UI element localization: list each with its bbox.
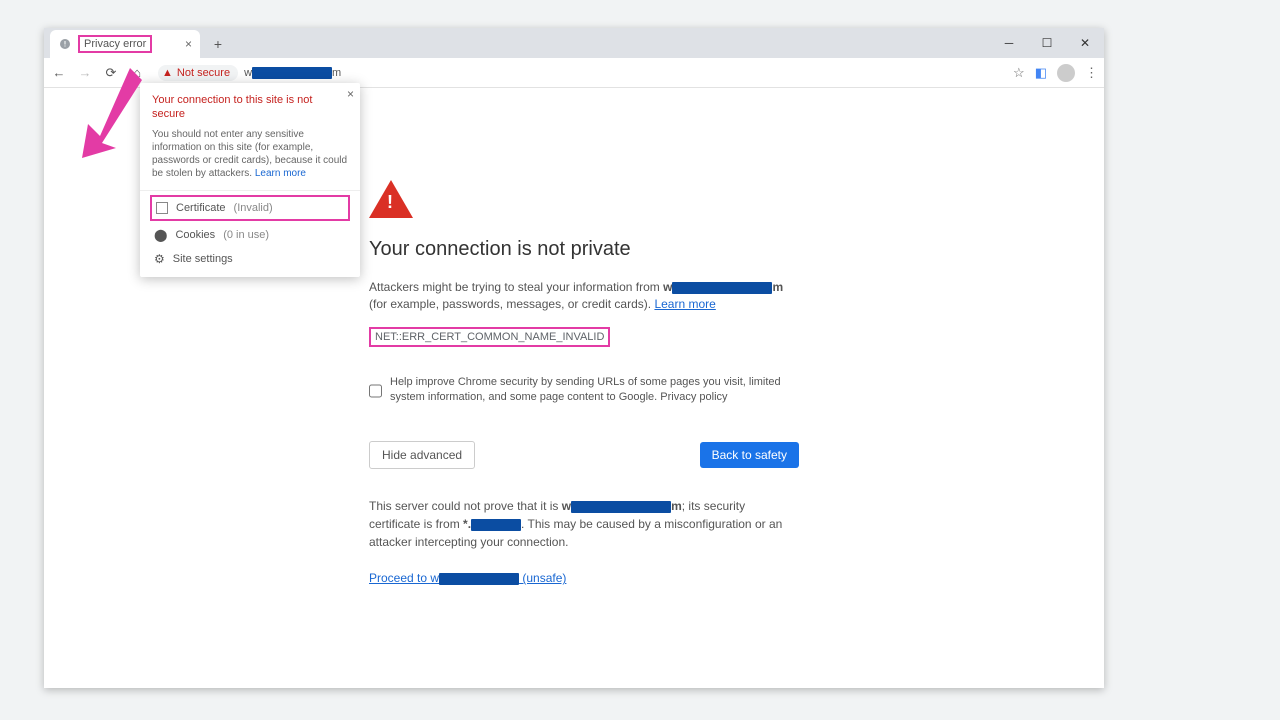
tab-title: Privacy error bbox=[78, 35, 152, 53]
reload-button[interactable]: ⟳ bbox=[102, 65, 120, 81]
forward-button[interactable]: → bbox=[76, 65, 94, 80]
site-info-popover: × Your connection to this site is not se… bbox=[140, 83, 360, 277]
hide-advanced-button[interactable]: Hide advanced bbox=[369, 441, 475, 469]
cookies-row[interactable]: ⬤ Cookies (0 in use) bbox=[152, 223, 348, 247]
redacted-domain bbox=[252, 67, 332, 79]
cookies-status: (0 in use) bbox=[223, 229, 269, 241]
back-to-safety-button[interactable]: Back to safety bbox=[700, 442, 799, 468]
popover-body: You should not enter any sensitive infor… bbox=[152, 128, 348, 180]
cookie-icon: ⬤ bbox=[154, 228, 167, 242]
site-settings-label: Site settings bbox=[173, 253, 233, 265]
browser-tab[interactable]: Privacy error × bbox=[50, 30, 200, 58]
button-row: Hide advanced Back to safety bbox=[369, 441, 799, 469]
popover-title: Your connection to this site is not secu… bbox=[152, 93, 348, 122]
opt-in-checkbox[interactable] bbox=[369, 377, 382, 406]
error-paragraph: Attackers might be trying to steal your … bbox=[369, 279, 799, 313]
popover-close-icon[interactable]: × bbox=[347, 87, 354, 101]
new-tab-button[interactable]: + bbox=[206, 32, 230, 56]
home-button[interactable]: ⌂ bbox=[128, 65, 146, 80]
tab-bar: Privacy error × + ─ ☐ ✕ bbox=[44, 28, 1104, 58]
certificate-status: (Invalid) bbox=[234, 202, 273, 214]
error-heading: Your connection is not private bbox=[369, 238, 1104, 261]
certificate-label: Certificate bbox=[176, 202, 226, 214]
redacted-cert-domain bbox=[471, 519, 521, 531]
cookies-label: Cookies bbox=[175, 229, 215, 241]
certificate-icon bbox=[156, 202, 168, 214]
certificate-row[interactable]: Certificate (Invalid) bbox=[150, 195, 350, 221]
opt-link-2[interactable]: Privacy policy bbox=[660, 391, 727, 403]
extension-icon[interactable]: ◧ bbox=[1035, 65, 1047, 81]
proceed-unsafe-link[interactable]: Proceed to w (unsafe) bbox=[369, 571, 566, 585]
large-warning-triangle-icon bbox=[369, 180, 413, 218]
security-chip[interactable]: ▲ Not secure bbox=[158, 65, 238, 81]
back-button[interactable]: ← bbox=[50, 65, 68, 80]
redacted-domain bbox=[672, 282, 772, 294]
address-bar[interactable]: ▲ Not secure wm bbox=[154, 62, 997, 84]
tab-close-icon[interactable]: × bbox=[185, 37, 192, 51]
proceed-link-row: Proceed to w (unsafe) bbox=[369, 571, 1104, 585]
window-maximize-button[interactable]: ☐ bbox=[1028, 28, 1066, 58]
security-chip-label: Not secure bbox=[177, 67, 230, 79]
menu-kebab-icon[interactable]: ⋮ bbox=[1085, 65, 1098, 81]
opt-in-row: Help improve Chrome security by sending … bbox=[369, 375, 789, 406]
opt-in-text: Help improve Chrome security by sending … bbox=[390, 375, 789, 406]
bookmark-star-icon[interactable]: ☆ bbox=[1013, 65, 1025, 81]
popover-learn-more-link[interactable]: Learn more bbox=[255, 168, 306, 179]
learn-more-link[interactable]: Learn more bbox=[654, 297, 715, 311]
warning-triangle-icon: ▲ bbox=[162, 67, 173, 79]
url-text: wm bbox=[244, 67, 341, 79]
window-close-button[interactable]: ✕ bbox=[1066, 28, 1104, 58]
popover-separator bbox=[140, 190, 360, 191]
gear-icon: ⚙ bbox=[154, 252, 165, 266]
site-settings-row[interactable]: ⚙ Site settings bbox=[152, 247, 348, 271]
window-controls: ─ ☐ ✕ bbox=[990, 28, 1104, 58]
redacted-domain bbox=[439, 573, 519, 585]
tab-favicon-warning-icon bbox=[58, 37, 72, 51]
redacted-domain bbox=[571, 501, 671, 513]
advanced-explanation: This server could not prove that it is w… bbox=[369, 497, 799, 551]
error-code: NET::ERR_CERT_COMMON_NAME_INVALID bbox=[369, 327, 610, 347]
window-minimize-button[interactable]: ─ bbox=[990, 28, 1028, 58]
toolbar-right: ☆ ◧ ⋮ bbox=[1013, 64, 1098, 82]
profile-avatar[interactable] bbox=[1057, 64, 1075, 82]
